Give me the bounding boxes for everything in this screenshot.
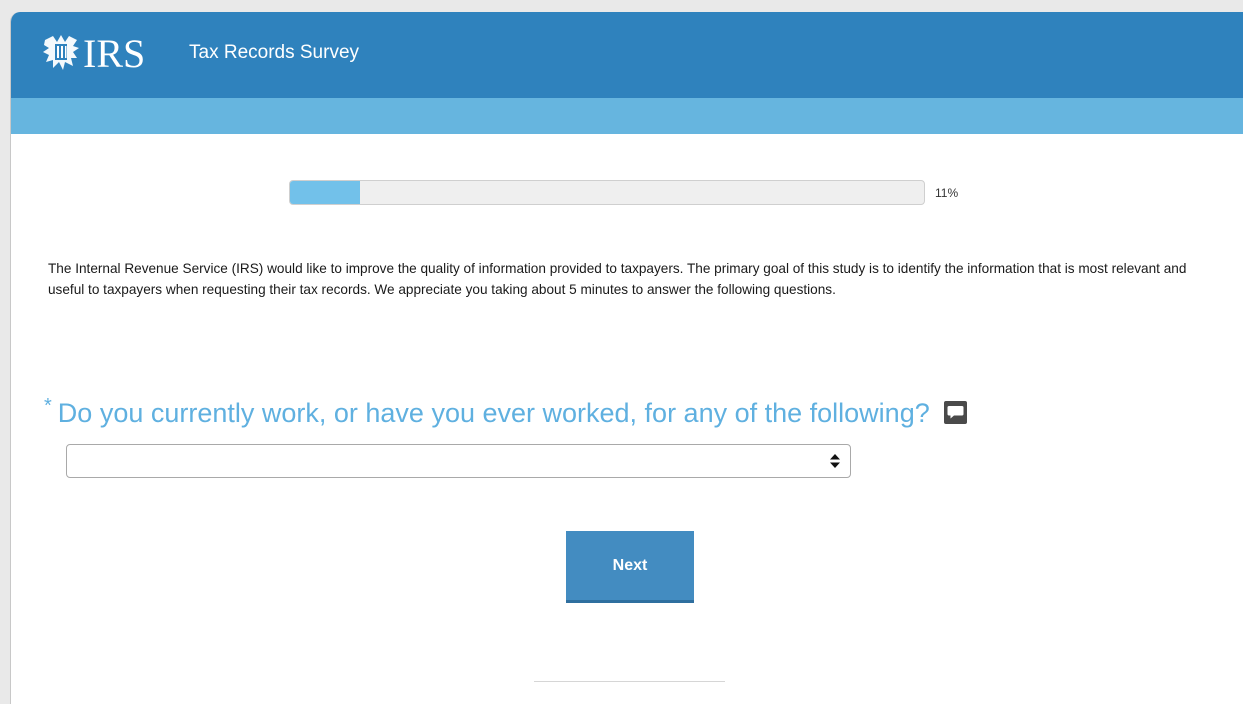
header-subbar — [11, 98, 1243, 134]
progress-bar — [289, 180, 925, 205]
sort-arrows-icon — [830, 454, 840, 468]
answer-select[interactable] — [66, 444, 851, 478]
intro-text: The Internal Revenue Service (IRS) would… — [48, 261, 1187, 297]
irs-logo: IRS — [43, 32, 175, 74]
footer-divider — [534, 681, 725, 682]
svg-text:IRS: IRS — [83, 32, 145, 74]
next-button[interactable]: Next — [566, 531, 694, 603]
progress-bar-fill — [290, 181, 360, 204]
header-bar: IRS Tax Records Survey — [11, 12, 1243, 98]
progress-percentage: 11% — [935, 186, 959, 200]
speech-bubble-icon[interactable] — [943, 401, 967, 424]
required-marker: * — [44, 395, 52, 417]
question-text: Do you currently work, or have you ever … — [57, 398, 930, 428]
survey-page: IRS Tax Records Survey 11% The Internal … — [10, 12, 1243, 704]
question-block: * Do you currently work, or have you eve… — [44, 393, 967, 433]
irs-eagle-logo-icon: IRS — [43, 32, 145, 74]
survey-title: Tax Records Survey — [189, 42, 360, 63]
